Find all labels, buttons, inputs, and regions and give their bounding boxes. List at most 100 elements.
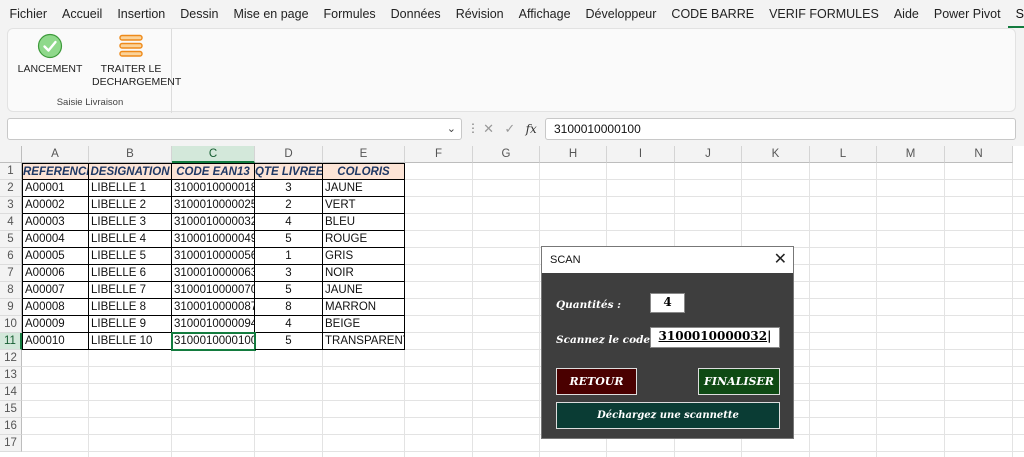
- table-header-cell[interactable]: DESIGNATION: [89, 163, 172, 180]
- menu-saisie-livraison[interactable]: Saisie Livraison: [1008, 2, 1024, 28]
- row-header-4[interactable]: 4: [0, 214, 22, 231]
- menu-donnees[interactable]: Données: [383, 0, 448, 28]
- table-cell[interactable]: LIBELLE 10: [89, 333, 172, 350]
- table-header-cell[interactable]: CODE EAN13: [172, 163, 255, 180]
- menu-accueil[interactable]: Accueil: [55, 0, 110, 28]
- table-cell[interactable]: 5: [255, 282, 323, 299]
- table-cell[interactable]: 2: [255, 197, 323, 214]
- table-cell[interactable]: A00001: [22, 180, 89, 197]
- menu-power-pivot[interactable]: Power Pivot: [926, 0, 1008, 28]
- table-cell[interactable]: 3100010000049: [172, 231, 255, 248]
- table-header-cell[interactable]: COLORIS: [323, 163, 405, 180]
- row-header-10[interactable]: 10: [0, 316, 22, 333]
- table-cell[interactable]: GRIS: [323, 248, 405, 265]
- table-cell[interactable]: 3100010000094: [172, 316, 255, 333]
- table-cell[interactable]: LIBELLE 5: [89, 248, 172, 265]
- row-header-2[interactable]: 2: [0, 180, 22, 197]
- row-header-7[interactable]: 7: [0, 265, 22, 282]
- table-cell[interactable]: VERT: [323, 197, 405, 214]
- column-header-l[interactable]: L: [810, 146, 877, 163]
- table-cell[interactable]: LIBELLE 6: [89, 265, 172, 282]
- row-header-16[interactable]: 16: [0, 418, 22, 435]
- table-cell[interactable]: 3: [255, 265, 323, 282]
- table-cell[interactable]: 8: [255, 299, 323, 316]
- table-cell[interactable]: A00008: [22, 299, 89, 316]
- menu-aide[interactable]: Aide: [886, 0, 926, 28]
- table-cell[interactable]: 1: [255, 248, 323, 265]
- menu-developpeur[interactable]: Développeur: [578, 0, 664, 28]
- chevron-down-icon[interactable]: ⌄: [447, 122, 456, 135]
- table-cell[interactable]: ROUGE: [323, 231, 405, 248]
- menu-mise-en-page[interactable]: Mise en page: [226, 0, 316, 28]
- table-cell[interactable]: LIBELLE 4: [89, 231, 172, 248]
- table-cell[interactable]: A00007: [22, 282, 89, 299]
- table-cell[interactable]: 3100010000056: [172, 248, 255, 265]
- table-cell[interactable]: JAUNE: [323, 180, 405, 197]
- table-cell[interactable]: A00002: [22, 197, 89, 214]
- table-cell[interactable]: 3100010000100: [171, 332, 256, 351]
- column-header-c[interactable]: C: [172, 146, 255, 163]
- menu-code-barre[interactable]: CODE BARRE: [664, 0, 762, 28]
- column-header-f[interactable]: F: [405, 146, 473, 163]
- table-cell[interactable]: LIBELLE 2: [89, 197, 172, 214]
- table-cell[interactable]: 3100010000070: [172, 282, 255, 299]
- lancement-button[interactable]: LANCEMENT: [14, 33, 86, 76]
- table-cell[interactable]: 3100010000063: [172, 265, 255, 282]
- column-header-b[interactable]: B: [89, 146, 172, 163]
- table-cell[interactable]: 3: [255, 180, 323, 197]
- table-cell[interactable]: LIBELLE 3: [89, 214, 172, 231]
- row-header-6[interactable]: 6: [0, 248, 22, 265]
- confirm-icon[interactable]: ✓: [504, 121, 515, 137]
- column-header-n[interactable]: N: [945, 146, 1013, 163]
- table-cell[interactable]: NOIR: [323, 265, 405, 282]
- row-header-12[interactable]: 12: [0, 350, 22, 367]
- row-header-17[interactable]: 17: [0, 435, 22, 452]
- table-cell[interactable]: LIBELLE 7: [89, 282, 172, 299]
- table-cell[interactable]: A00010: [22, 333, 89, 350]
- spreadsheet-grid[interactable]: A B C D E F G H I J K L M N 1 2 3 4 5 6 7 8 9 10 11 12 13 14 15 16 17 R…: [0, 146, 1024, 457]
- table-cell[interactable]: 5: [255, 231, 323, 248]
- column-header-j[interactable]: J: [675, 146, 742, 163]
- table-cell[interactable]: BLEU: [323, 214, 405, 231]
- table-cell[interactable]: TRANSPARENT: [323, 333, 405, 350]
- select-all-corner[interactable]: [0, 146, 22, 163]
- scan-code-field[interactable]: 3100010000032|: [650, 327, 780, 348]
- table-cell[interactable]: A00005: [22, 248, 89, 265]
- row-header-11[interactable]: 11: [0, 333, 22, 350]
- row-header-14[interactable]: 14: [0, 384, 22, 401]
- row-header-15[interactable]: 15: [0, 401, 22, 418]
- traiter-dechargement-button[interactable]: TRAITER LE DECHARGEMENT: [92, 33, 181, 89]
- menu-formules[interactable]: Formules: [316, 0, 383, 28]
- row-header-9[interactable]: 9: [0, 299, 22, 316]
- table-cell[interactable]: BEIGE: [323, 316, 405, 333]
- quantity-field[interactable]: 4: [650, 293, 685, 313]
- column-header-m[interactable]: M: [877, 146, 945, 163]
- menu-revision[interactable]: Révision: [448, 0, 511, 28]
- table-header-cell[interactable]: REFERENCE: [22, 163, 89, 180]
- table-cell[interactable]: 4: [255, 214, 323, 231]
- column-header-d[interactable]: D: [255, 146, 323, 163]
- table-cell[interactable]: A00006: [22, 265, 89, 282]
- table-cell[interactable]: JAUNE: [323, 282, 405, 299]
- retour-button[interactable]: RETOUR: [556, 368, 637, 395]
- column-header-i[interactable]: I: [607, 146, 675, 163]
- row-header-8[interactable]: 8: [0, 282, 22, 299]
- menu-dessin[interactable]: Dessin: [173, 0, 226, 28]
- insert-function-icon[interactable]: fx: [526, 122, 537, 136]
- table-cell[interactable]: A00003: [22, 214, 89, 231]
- table-cell[interactable]: 5: [255, 333, 323, 350]
- table-cell[interactable]: A00004: [22, 231, 89, 248]
- table-cell[interactable]: LIBELLE 9: [89, 316, 172, 333]
- menu-fichier[interactable]: Fichier: [2, 0, 55, 28]
- table-cell[interactable]: A00009: [22, 316, 89, 333]
- row-header-13[interactable]: 13: [0, 367, 22, 384]
- column-header-g[interactable]: G: [473, 146, 540, 163]
- menu-insertion[interactable]: Insertion: [110, 0, 173, 28]
- table-cell[interactable]: 3100010000032: [172, 214, 255, 231]
- close-icon[interactable]: ✕: [774, 247, 787, 273]
- menu-affichage[interactable]: Affichage: [511, 0, 578, 28]
- column-header-h[interactable]: H: [540, 146, 607, 163]
- row-header-3[interactable]: 3: [0, 197, 22, 214]
- cancel-icon[interactable]: ✕: [483, 121, 494, 137]
- column-header-e[interactable]: E: [323, 146, 405, 163]
